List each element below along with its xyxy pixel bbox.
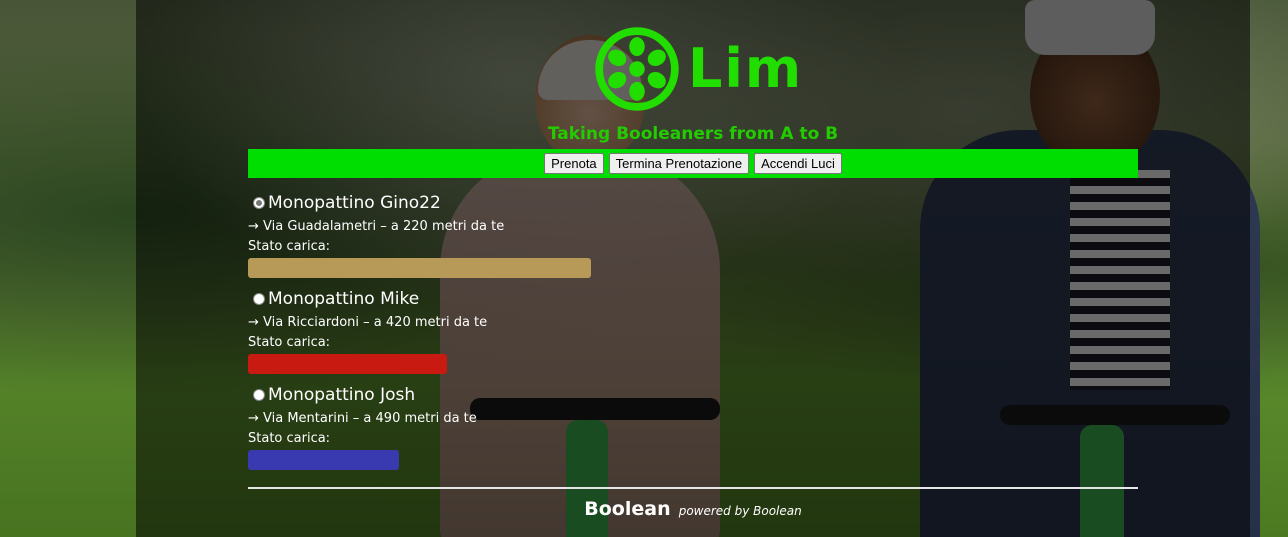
scooter-item: Monopattino Josh → Via Mentarini – a 490… xyxy=(248,383,1138,470)
charge-label: Stato carica: xyxy=(248,239,331,254)
brand-logo[interactable]: Lim xyxy=(594,26,803,112)
footer: Boolean powered by Boolean xyxy=(248,498,1138,520)
action-bar: Prenota Termina Prenotazione Accendi Luc… xyxy=(248,149,1138,178)
scooter-address: → Via Mentarini – a 490 metri da te xyxy=(248,411,477,426)
page-background: Lim Taking Booleaners from A to B Prenot… xyxy=(0,0,1288,537)
lime-wheel-icon xyxy=(595,27,679,111)
scooter-radio[interactable] xyxy=(253,389,265,401)
scooter-radio[interactable] xyxy=(253,197,265,209)
footer-divider xyxy=(248,487,1138,489)
lights-on-button[interactable]: Accendi Luci xyxy=(754,153,842,174)
scooter-address: → Via Ricciardoni – a 420 metri da te xyxy=(248,315,488,330)
charge-label: Stato carica: xyxy=(248,431,331,446)
scooter-name: Monopattino Gino22 xyxy=(268,193,441,213)
scooter-item: Monopattino Gino22 → Via Guadalametri – … xyxy=(248,191,1138,278)
scooter-name: Monopattino Mike xyxy=(268,289,420,309)
scooter-item: Monopattino Mike → Via Ricciardoni – a 4… xyxy=(248,287,1138,374)
main-content: Lim Taking Booleaners from A to B Prenot… xyxy=(248,0,1138,537)
background-photo-left xyxy=(0,0,136,537)
footer-brand: Boolean xyxy=(584,498,671,520)
brand-logo-text: Lim xyxy=(688,37,804,100)
book-button[interactable]: Prenota xyxy=(544,153,604,174)
end-booking-button[interactable]: Termina Prenotazione xyxy=(608,153,750,174)
scooter-header: Monopattino Mike xyxy=(248,287,1138,311)
scooter-header: Monopattino Gino22 xyxy=(248,191,1138,215)
charge-track xyxy=(248,450,591,470)
charge-label: Stato carica: xyxy=(248,335,331,350)
scooter-header: Monopattino Josh xyxy=(248,383,1138,407)
charge-bar xyxy=(248,450,399,470)
scooter-radio[interactable] xyxy=(253,293,265,305)
scooter-name: Monopattino Josh xyxy=(268,385,416,405)
charge-track xyxy=(248,258,591,278)
charge-bar xyxy=(248,258,591,278)
tagline: Taking Booleaners from A to B xyxy=(547,124,839,144)
footer-powered-by: powered by Boolean xyxy=(678,504,802,518)
charge-bar xyxy=(248,354,447,374)
scooter-address: → Via Guadalametri – a 220 metri da te xyxy=(248,219,505,234)
charge-track xyxy=(248,354,591,374)
